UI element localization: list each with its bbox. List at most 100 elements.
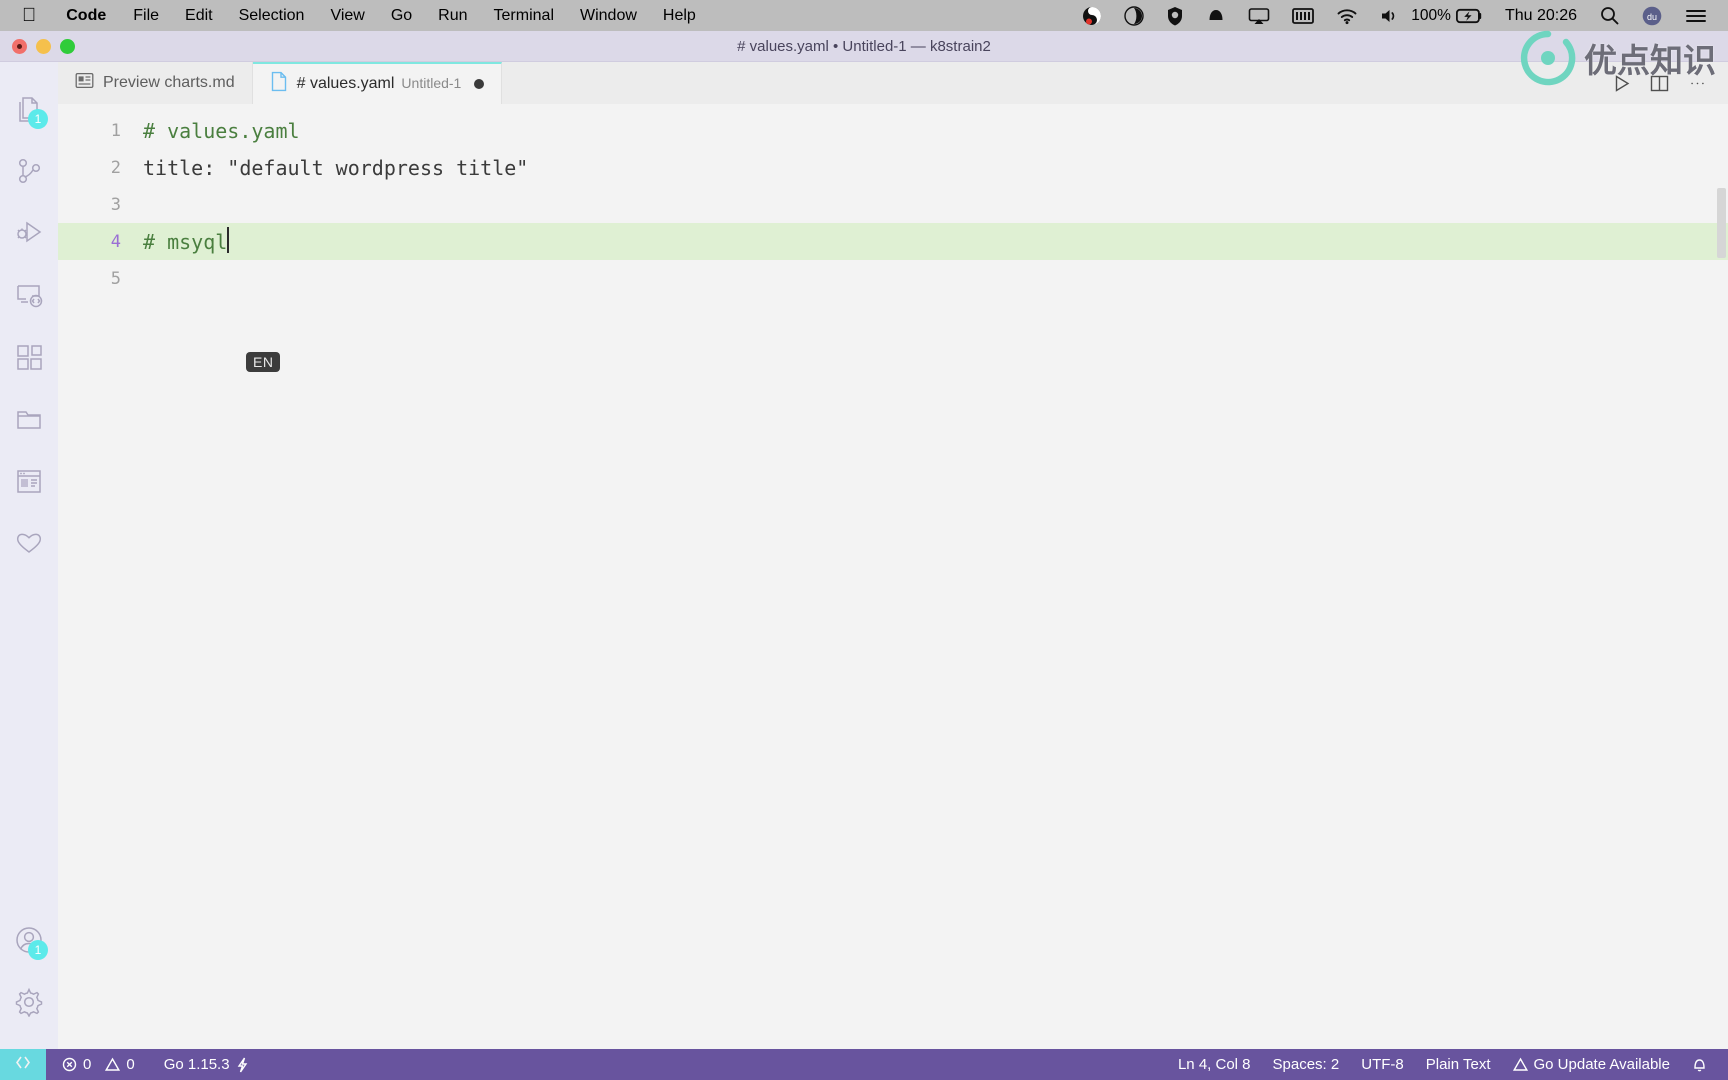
tab-preview-charts-md[interactable]: Preview charts.md — [58, 62, 253, 104]
remote-explorer-icon — [14, 280, 44, 315]
warning-triangle-icon — [105, 1057, 121, 1072]
sidebar-item-favorites[interactable] — [0, 514, 58, 576]
code-editor[interactable]: 1 # values.yaml 2 title: "default wordpr… — [58, 104, 1728, 1049]
menu-item-terminal[interactable]: Terminal — [481, 0, 567, 31]
browser-preview-icon — [14, 466, 44, 501]
volume-icon[interactable] — [1369, 7, 1411, 25]
workbench-body: 1 1 Preview charts.md # values.yaml Unti… — [0, 62, 1728, 1049]
line-content: title: "default wordpress title" — [143, 155, 529, 180]
menu-bar-left:  Code File Edit Selection View Go Run T… — [0, 0, 709, 31]
warning-count: 0 — [126, 1056, 135, 1073]
sidebar-item-manage-settings[interactable] — [0, 973, 58, 1035]
update-notice-label: Go Update Available — [1533, 1056, 1671, 1073]
tab-sublabel: Untitled-1 — [401, 75, 462, 91]
keyboard-icon[interactable] — [1281, 7, 1325, 25]
accounts-badge: 1 — [28, 940, 48, 960]
editor-scrollbar[interactable] — [1714, 104, 1728, 1049]
dropbox-icon[interactable] — [1113, 5, 1155, 26]
menu-item-run[interactable]: Run — [425, 0, 480, 31]
language-mode-status[interactable]: Plain Text — [1415, 1056, 1502, 1073]
ime-language-indicator: EN — [246, 352, 281, 372]
bell-notification-icon[interactable] — [1195, 6, 1237, 26]
airplay-icon[interactable] — [1237, 6, 1281, 26]
line-content: # values.yaml — [143, 118, 300, 143]
line-number: 1 — [110, 120, 121, 141]
sidebar-item-extensions[interactable] — [0, 328, 58, 390]
obs-recording-icon[interactable] — [1071, 6, 1113, 26]
menu-item-view[interactable]: View — [317, 0, 377, 31]
menu-bar-clock[interactable]: Thu 20:26 — [1487, 7, 1589, 25]
search-icon[interactable] — [1589, 6, 1630, 25]
extensions-icon — [14, 342, 44, 377]
editor-toolbar — [1604, 62, 1728, 104]
sidebar-item-explorer[interactable]: 1 — [0, 80, 58, 142]
error-circle-icon — [62, 1057, 77, 1072]
tab-dirty-indicator[interactable] — [474, 79, 485, 89]
menu-item-window[interactable]: Window — [567, 0, 650, 31]
editor-group: Preview charts.md # values.yaml Untitled… — [58, 62, 1728, 1049]
more-actions-button[interactable] — [1680, 66, 1714, 100]
tab-label: Preview charts.md — [103, 74, 235, 91]
line-content: # msyql — [143, 229, 228, 254]
encoding-status[interactable]: UTF-8 — [1350, 1056, 1415, 1073]
sidebar-item-accounts[interactable]: 1 — [0, 911, 58, 973]
window-traffic-lights — [0, 38, 75, 54]
indentation-status[interactable]: Spaces: 2 — [1262, 1056, 1351, 1073]
sidebar-item-source-control[interactable] — [0, 142, 58, 204]
code-line[interactable]: 1 # values.yaml — [58, 112, 1728, 149]
update-available-status[interactable]: Go Update Available — [1502, 1056, 1682, 1073]
code-line-current[interactable]: 4 # msyql — [58, 223, 1728, 260]
wifi-icon[interactable] — [1325, 7, 1369, 25]
line-number: 3 — [110, 194, 121, 215]
window-title-bar: # values.yaml • Untitled-1 — k8strain2 — [0, 31, 1728, 62]
go-version-status[interactable]: Go 1.15.3 — [146, 1056, 260, 1073]
menu-item-help[interactable]: Help — [650, 0, 709, 31]
shield-icon[interactable] — [1155, 6, 1195, 26]
minimize-button[interactable] — [36, 38, 51, 54]
apple-logo-icon[interactable]:  — [0, 0, 52, 31]
cursor-position-status[interactable]: Ln 4, Col 8 — [1167, 1056, 1262, 1073]
window-title: # values.yaml • Untitled-1 — k8strain2 — [737, 37, 991, 55]
sidebar-item-run-and-debug[interactable] — [0, 204, 58, 266]
status-bar: 0 0 Go 1.15.3 Ln 4, Col 8 Spaces: 2 UTF-… — [0, 1049, 1728, 1080]
remote-window-icon — [13, 1054, 33, 1075]
sidebar-item-remote-explorer[interactable] — [0, 266, 58, 328]
sidebar-item-file-browser[interactable] — [0, 390, 58, 452]
line-number: 2 — [110, 157, 121, 178]
remote-window-button[interactable] — [0, 1049, 46, 1080]
preview-markdown-icon — [75, 71, 94, 95]
split-editor-button[interactable] — [1642, 66, 1676, 100]
macos-menu-bar:  Code File Edit Selection View Go Run T… — [0, 0, 1728, 31]
go-version-label: Go 1.15.3 — [163, 1056, 230, 1073]
problems-status[interactable]: 0 0 — [46, 1056, 146, 1073]
warning-triangle-icon — [1512, 1057, 1528, 1072]
file-icon — [270, 71, 288, 97]
code-line[interactable]: 3 — [58, 186, 1728, 223]
maximize-button[interactable] — [60, 38, 75, 54]
vscode-window: # values.yaml • Untitled-1 — k8strain2 1 — [0, 31, 1728, 1080]
line-number: 5 — [110, 268, 121, 289]
lightning-icon — [236, 1057, 249, 1073]
menu-bar-status-icons: 100% Thu 20:26 du — [1071, 5, 1728, 27]
menu-item-selection[interactable]: Selection — [226, 0, 318, 31]
menu-item-code[interactable]: Code — [52, 0, 120, 31]
source-control-icon — [14, 156, 44, 191]
tab-values-yaml[interactable]: # values.yaml Untitled-1 — [252, 62, 503, 104]
menu-item-edit[interactable]: Edit — [172, 0, 226, 31]
text-cursor — [227, 226, 230, 253]
battery-charging-icon[interactable] — [1455, 8, 1487, 24]
scrollbar-thumb[interactable] — [1717, 188, 1726, 258]
folder-icon — [14, 404, 44, 439]
control-center-icon[interactable] — [1674, 7, 1718, 25]
code-line[interactable]: 2 title: "default wordpress title" — [58, 149, 1728, 186]
menu-item-file[interactable]: File — [120, 0, 172, 31]
sidebar-item-preview-browser[interactable] — [0, 452, 58, 514]
close-button[interactable] — [12, 38, 27, 54]
tab-label: # values.yaml — [296, 75, 395, 92]
code-line[interactable]: 5 — [58, 260, 1728, 297]
gear-icon — [14, 987, 44, 1022]
notifications-button[interactable] — [1681, 1056, 1718, 1073]
siri-icon[interactable]: du — [1630, 5, 1674, 27]
menu-item-go[interactable]: Go — [378, 0, 425, 31]
run-code-button[interactable] — [1604, 66, 1638, 100]
